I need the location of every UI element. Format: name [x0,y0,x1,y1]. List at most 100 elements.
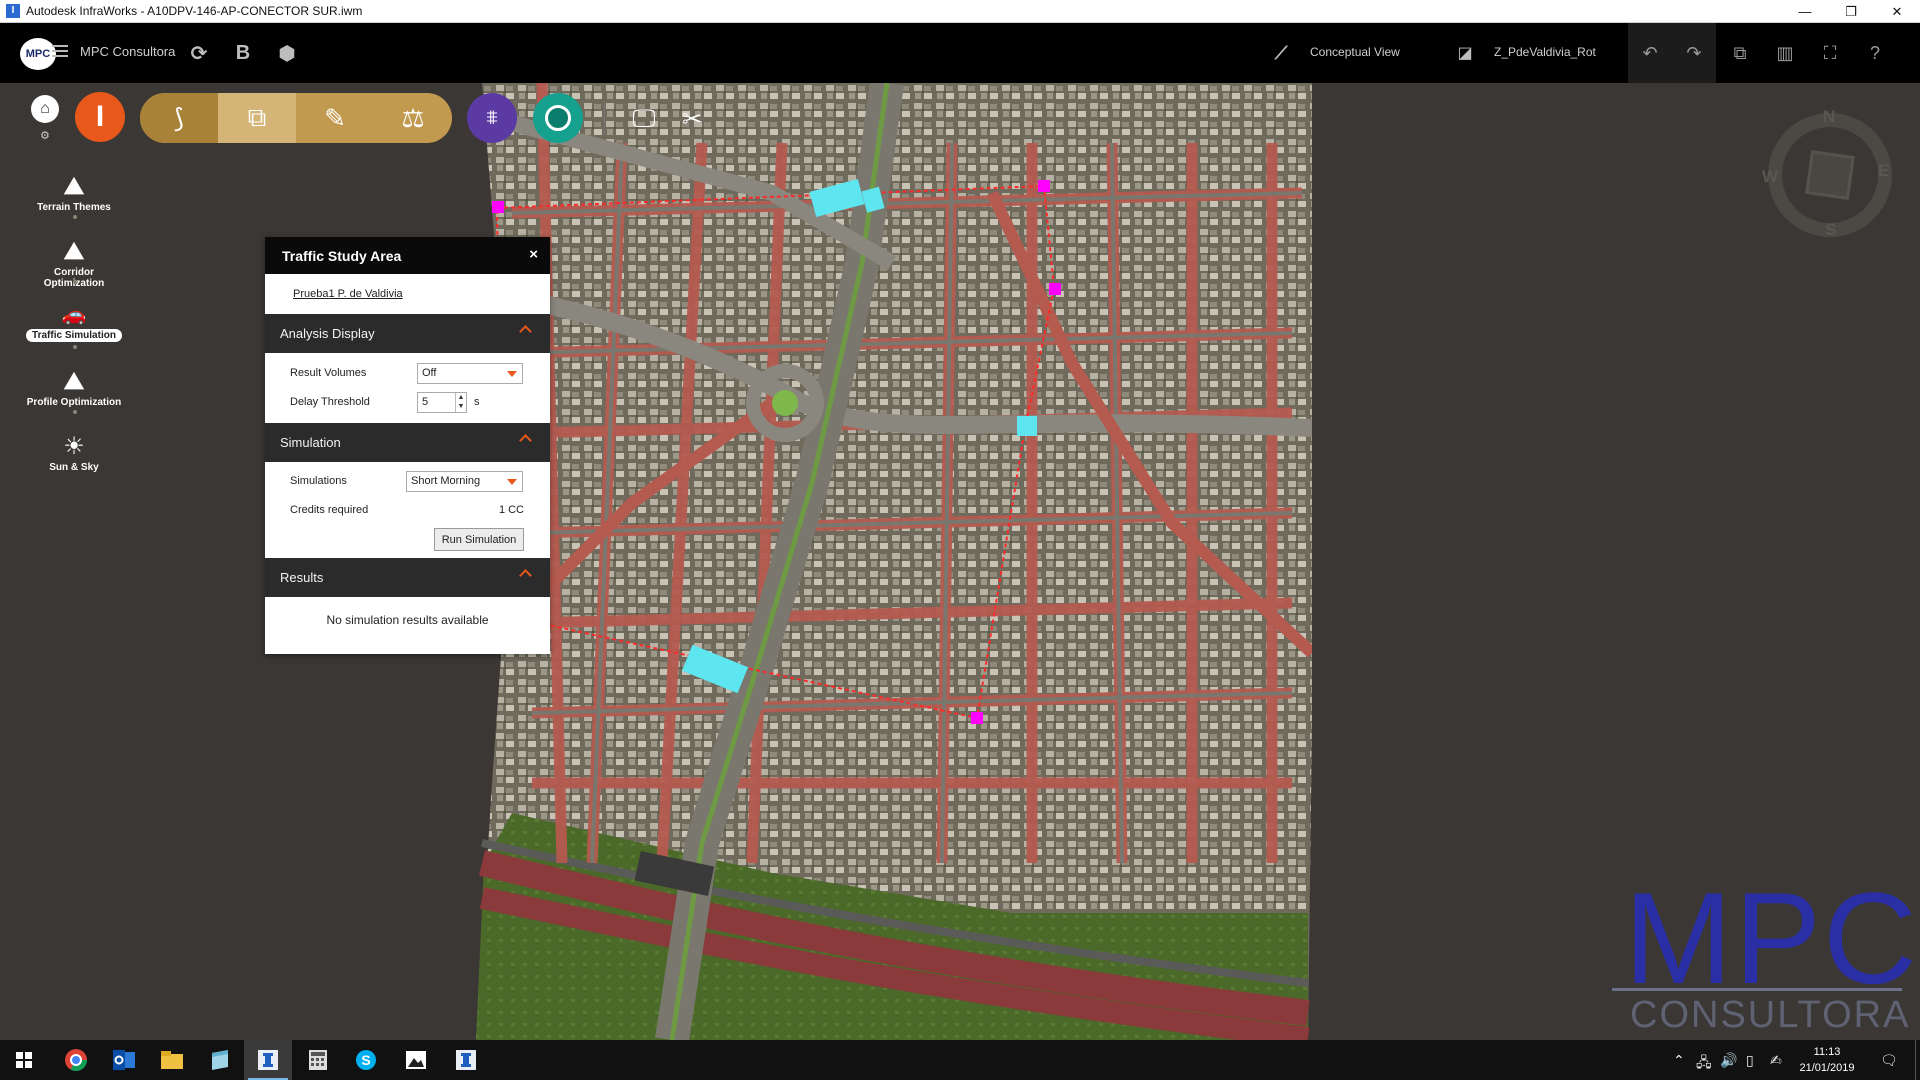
no-results-message: No simulation results available [326,613,489,627]
system-clock[interactable]: 11:13 21/01/2019 [1795,1044,1859,1076]
simulation-header[interactable]: Simulation [265,423,550,462]
conceptual-view-label[interactable]: Conceptual View [1310,45,1400,59]
outlook-taskbar-button[interactable] [100,1040,148,1080]
minimize-button[interactable]: — [1782,0,1828,23]
analysis-display-header[interactable]: Analysis Display [265,314,550,353]
tools-wrench-icon[interactable]: ✂ [676,103,708,135]
photos-taskbar-button[interactable] [392,1040,440,1080]
help-icon: ? [1869,42,1880,63]
panel-title: Traffic Study Area [282,247,402,264]
notes-icon [212,1050,228,1070]
mpc-logo-avatar[interactable]: MPC [20,38,56,70]
traffic-simulation-icon: 🚗 [61,304,87,326]
infraworks-taskbar-button[interactable] [244,1040,292,1080]
bold-b-icon[interactable]: B [230,40,256,66]
proposal-name[interactable]: Z_PdeValdivia_Rot [1494,45,1596,59]
start-button[interactable] [0,1040,48,1080]
results-header[interactable]: Results [265,558,550,597]
credits-value: 1 CC [498,504,524,516]
navigation-compass[interactable]: N E S W [1762,107,1892,239]
home-button[interactable]: ⌂ [31,95,59,123]
skype-taskbar-button[interactable]: S [342,1040,390,1080]
chevron-up-icon[interactable] [519,325,532,338]
notifications-icon[interactable]: 🗨 [1880,1052,1898,1069]
analyze-scale-icon[interactable]: ⚖ [374,93,452,143]
sketch-pencil-icon[interactable]: ✎ [296,93,374,143]
panel-header: Traffic Study Area × [265,237,550,274]
drainage-design-icon[interactable] [533,93,583,143]
help-button[interactable]: ? [1853,23,1897,83]
app-header: MPC MPC Consultora ⟳ B ⬢ ⟋ Conceptual Vi… [0,23,1920,83]
simulations-dropdown[interactable]: Short Morning [406,471,523,492]
calculator-taskbar-button[interactable] [294,1040,342,1080]
roads-icon[interactable]: ⟆ [140,93,218,143]
proposal-icon[interactable]: ◪ [1452,40,1478,66]
leftbar-item-label: Profile Optimization [26,397,122,408]
run-simulation-button[interactable]: Run Simulation [434,528,524,551]
section-title: Simulation [280,435,341,450]
result-volumes-label: Result Volumes [290,367,367,379]
leftbar-item-traffic-simulation[interactable]: 🚗 Traffic Simulation [18,301,130,342]
tray-chevron-up-icon[interactable]: ⌃ [1673,1052,1685,1069]
aerial-map[interactable] [472,83,1312,1040]
map-viewport[interactable] [472,83,1312,1040]
undo-button[interactable]: ↶ [1628,23,1672,83]
home-icon: ⌂ [40,100,50,117]
dropdown-value: Off [422,367,437,379]
show-desktop-button[interactable] [1915,1040,1920,1080]
delay-threshold-stepper[interactable]: 5 ▲ ▼ [417,392,467,413]
pen-icon[interactable]: ✍ [1770,1052,1782,1069]
leftbar-item-terrain-themes[interactable]: ⛰ Terrain Themes [18,173,130,214]
traffic-study-area-panel: Traffic Study Area × Prueba1 P. de Valdi… [265,237,550,654]
close-window-button[interactable]: ✕ [1874,0,1920,23]
stepper-arrows-icon[interactable]: ▲ ▼ [455,393,466,412]
design-tools-group: ⟆ ⧉ ✎ ⚖ [140,93,452,143]
bookmark-button[interactable]: ⧉ [1718,23,1762,83]
leftbar-item-sun-sky[interactable]: ☀ Sun & Sky [18,433,130,474]
bridge-design-icon[interactable]: ⩨ [467,93,517,143]
organization-name[interactable]: MPC Consultora [80,44,175,59]
skype-icon: S [356,1050,376,1070]
leftbar-item-label: Terrain Themes [37,202,111,213]
credits-row: Credits required 1 CC [265,496,550,525]
present-screen-icon[interactable]: 🖵 [628,103,660,135]
volume-icon[interactable]: 🔊 [1720,1052,1737,1069]
dropdown-arrow-icon [507,371,517,377]
panel-toggle-button[interactable]: ▥ [1763,23,1807,83]
windows-taskbar: S ⌃ 🖧 🔊 ▯ ✍ 11:13 21/01/2019 🗨 [0,1040,1920,1080]
compass-south: S [1825,220,1837,239]
svg-text:S: S [361,1052,370,1068]
battery-icon[interactable]: ▯ [1746,1052,1754,1069]
chevron-up-icon[interactable] [519,569,532,582]
result-volumes-dropdown[interactable]: Off [417,363,523,384]
sync-icon[interactable]: ⟳ [186,40,212,66]
chevron-up-icon[interactable] [519,434,532,447]
settings-gear-icon[interactable]: ⚙ [40,129,50,142]
panel-close-button[interactable]: × [529,246,538,263]
network-icon[interactable]: 🖧 [1696,1052,1712,1076]
study-area-link[interactable]: Prueba1 P. de Valdivia [265,274,550,314]
section-title: Analysis Display [280,326,375,341]
section-title: Results [280,570,324,585]
compass-north: N [1823,107,1836,126]
bookmark-icon: ⧉ [1733,42,1747,63]
infraworks2-taskbar-button[interactable] [442,1040,490,1080]
file-explorer-taskbar-button[interactable] [148,1040,196,1080]
result-volumes-row: Result Volumes Off [265,359,550,388]
restore-button[interactable]: ❐ [1828,0,1874,23]
infraworks-app-icon: I [6,4,20,18]
photos-icon [406,1051,426,1069]
conceptual-view-icon[interactable]: ⟋ [1268,40,1294,66]
model-cube-icon[interactable]: ⬢ [274,40,300,66]
redo-button[interactable]: ↷ [1672,23,1716,83]
hamburger-menu-icon[interactable] [52,45,68,59]
notes-taskbar-button[interactable] [196,1040,244,1080]
folder-icon [161,1051,183,1069]
manage-layers-icon[interactable]: ⧉ [218,93,296,143]
leftbar-item-profile-optimization[interactable]: ⛰ Profile Optimization [18,368,130,409]
chrome-taskbar-button[interactable] [52,1040,100,1080]
compass-cube[interactable] [1805,150,1855,200]
watermark-line [1612,988,1902,991]
fullscreen-button[interactable]: ⛶ [1808,23,1852,83]
infraworks-menu-button[interactable]: I [75,92,125,142]
